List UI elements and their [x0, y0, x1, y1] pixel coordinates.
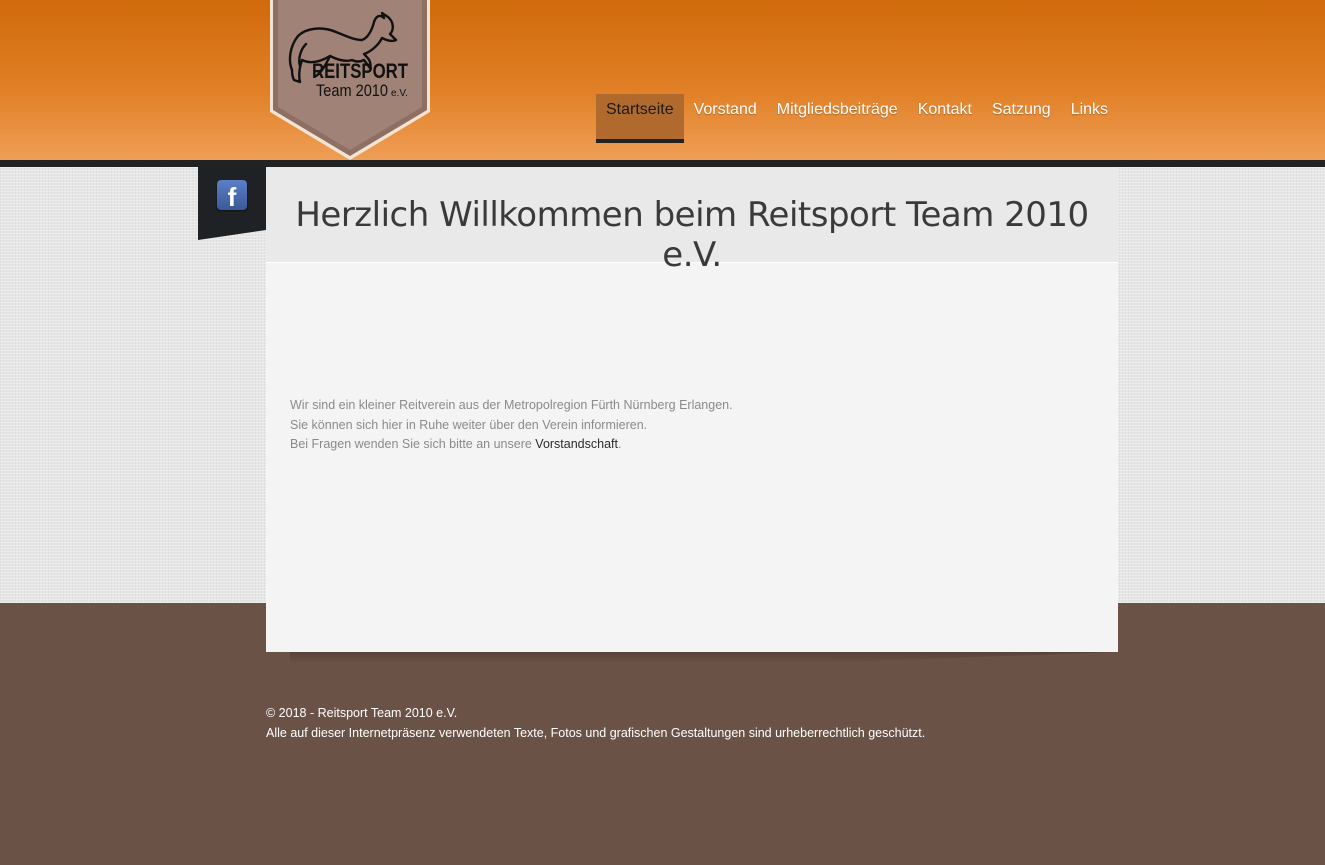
- intro-text: Wir sind ein kleiner Reitverein aus der …: [290, 396, 990, 455]
- facebook-glyph: f: [227, 182, 237, 210]
- footer-copyright: © 2018 - Reitsport Team 2010 e.V.: [266, 706, 458, 720]
- page-title: Herzlich Willkommen beim Reitsport Team …: [295, 195, 1089, 275]
- facebook-icon[interactable]: f: [217, 180, 247, 210]
- site-logo[interactable]: REITSPORT Team 2010 e.V.: [270, 0, 430, 160]
- nav-item-vorstand[interactable]: Vorstand: [684, 94, 767, 140]
- nav-item-startseite[interactable]: Startseite: [596, 94, 684, 143]
- logo-text-line1: REITSPORT: [312, 60, 408, 83]
- nav-item-mitgliedsbeitraege[interactable]: Mitgliedsbeiträge: [767, 94, 908, 140]
- card-header: Herzlich Willkommen beim Reitsport Team …: [266, 167, 1118, 275]
- footer-notice: Alle auf dieser Internetpräsenz verwende…: [266, 726, 926, 740]
- intro-line-3: Bei Fragen wenden Sie sich bitte an unse…: [290, 435, 990, 455]
- content-card: Herzlich Willkommen beim Reitsport Team …: [266, 167, 1118, 652]
- intro-line-3-suffix: .: [618, 437, 622, 451]
- nav-item-links[interactable]: Links: [1061, 94, 1118, 140]
- nav-item-satzung[interactable]: Satzung: [982, 94, 1061, 140]
- nav-item-kontakt[interactable]: Kontakt: [908, 94, 982, 140]
- site-footer: © 2018 - Reitsport Team 2010 e.V. Alle a…: [266, 703, 1166, 743]
- card-shadow: [290, 652, 1118, 664]
- intro-line-1: Wir sind ein kleiner Reitverein aus der …: [290, 398, 733, 412]
- intro-line-2: Sie können sich hier in Ruhe weiter über…: [290, 417, 648, 432]
- logo-text-line2: Team 2010: [316, 81, 388, 100]
- vorstandschaft-link[interactable]: Vorstandschaft: [535, 437, 618, 451]
- main-navigation: Startseite Vorstand Mitgliedsbeiträge Ko…: [596, 94, 1118, 143]
- logo-text-line3: e.V.: [391, 88, 408, 99]
- intro-line-3-prefix: Bei Fragen wenden Sie sich bitte an unse…: [290, 437, 536, 451]
- header-divider: [0, 160, 1325, 167]
